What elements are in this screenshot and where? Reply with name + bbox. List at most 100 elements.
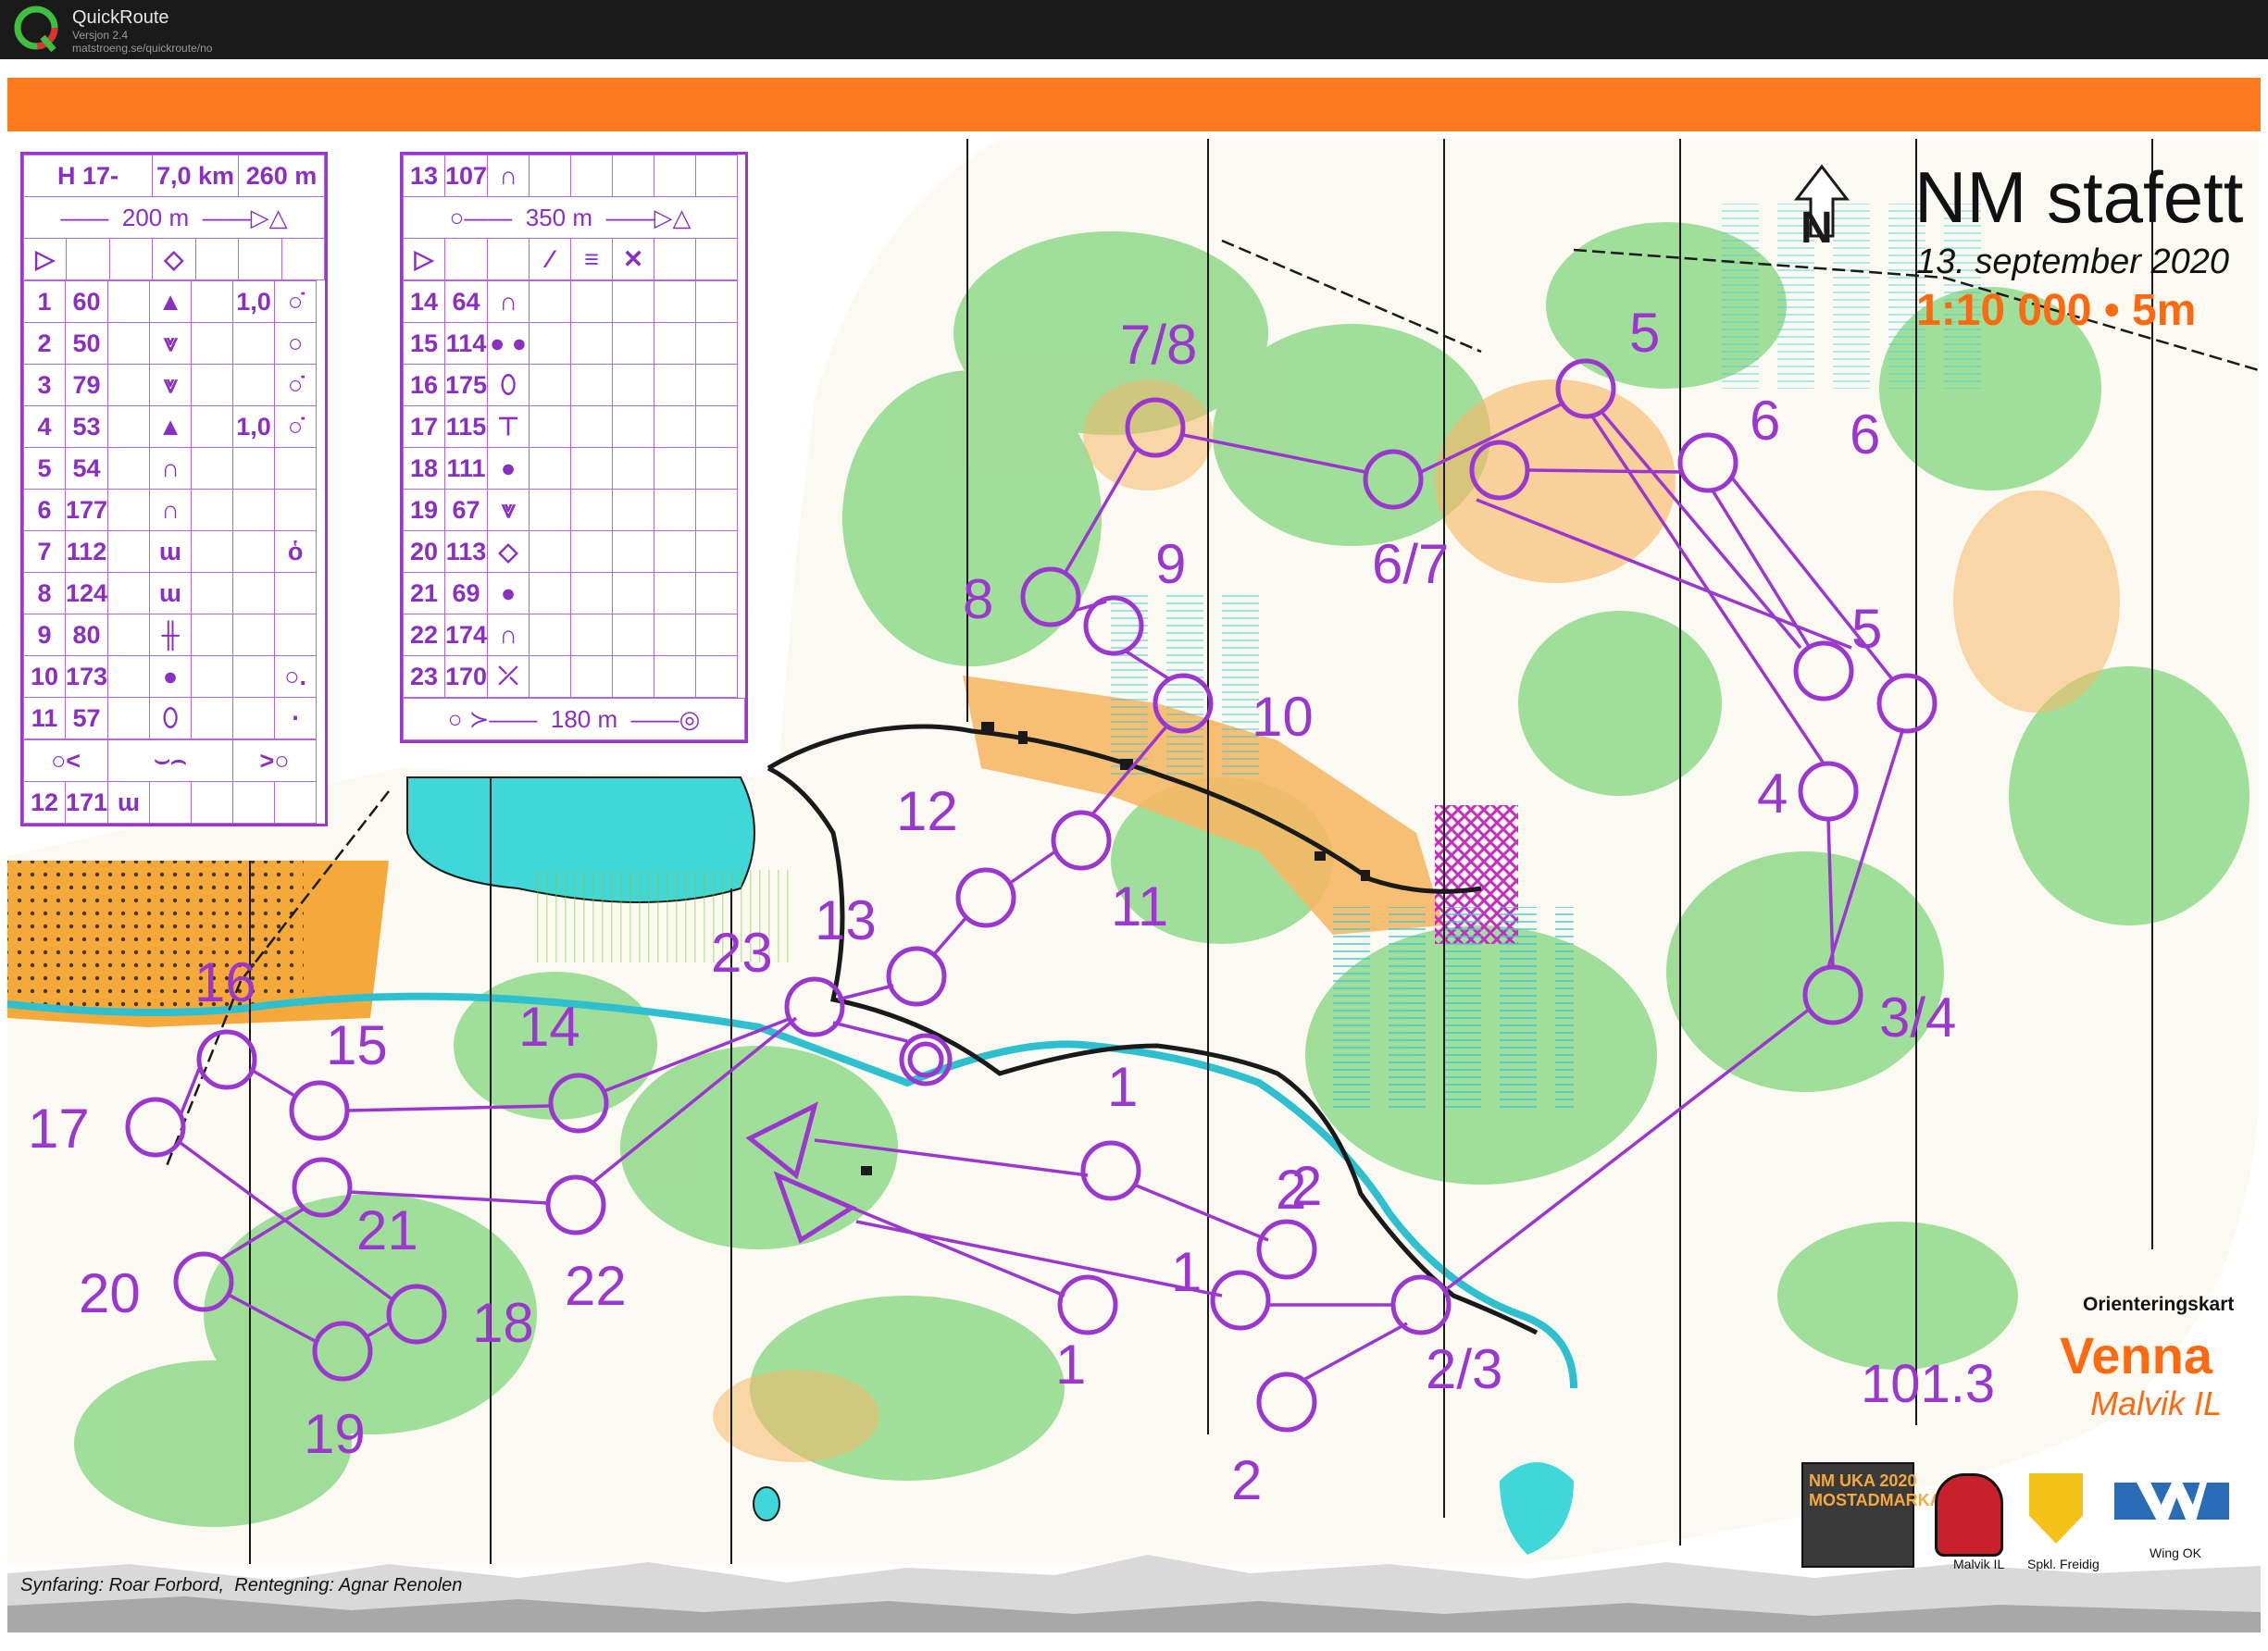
logo-malvik-il-label: Malvik IL xyxy=(1953,1557,2005,1571)
logo-wing-ok xyxy=(2114,1483,2229,1520)
desc-length: 7,0 km xyxy=(152,155,239,197)
desc-right-row: 19 67 ⩔ xyxy=(403,489,739,531)
map-frequency: 101.3 xyxy=(1861,1354,1996,1414)
logo-wing-ok-label: Wing OK xyxy=(2150,1545,2202,1560)
desc-left-row: 3 79 ⩔ ○̇ xyxy=(23,364,318,406)
desc-right-n: 22 xyxy=(403,614,445,656)
credits-label-2: Rentegning: xyxy=(234,1575,335,1595)
control-number-label: 14 xyxy=(518,996,580,1058)
desc-left-dim xyxy=(232,655,276,698)
control-number-label: 1 xyxy=(1107,1056,1138,1118)
desc-right-feat: ⬯ xyxy=(487,364,530,406)
control-number-label: 15 xyxy=(326,1014,388,1076)
desc-left-code: 112 xyxy=(64,530,109,573)
control-number-label: 16 xyxy=(194,951,256,1013)
desc-left-code: 53 xyxy=(64,405,109,448)
control-number-label: 21 xyxy=(356,1199,418,1261)
desc-left-n: 4 xyxy=(23,405,66,448)
desc-right-row: 17 115 ⊤ xyxy=(403,405,739,448)
desc-left-code: 60 xyxy=(64,280,109,323)
desc-right-code: 67 xyxy=(443,489,489,531)
desc-left-loc xyxy=(274,447,318,490)
desc-right-row: 15 114 ● ● xyxy=(403,322,739,365)
desc-right-feat: ● ● xyxy=(487,322,530,365)
desc-right-row: 22 174 ∩ xyxy=(403,614,739,656)
desc-left-loc: ○̇ xyxy=(274,280,318,323)
desc-right-n: 15 xyxy=(403,322,445,365)
desc-left-code: 57 xyxy=(64,697,109,739)
desc-left-feat: ● xyxy=(149,655,193,698)
desc-right-row: 14 64 ∩ xyxy=(403,280,739,323)
control-number-label: 2 xyxy=(1231,1449,1262,1511)
desc-right-code: 174 xyxy=(443,614,489,656)
control-number-label: 6 xyxy=(1850,403,1880,466)
desc-left-row: 9 80 ╫ xyxy=(23,614,318,656)
control-number-label: 3/4 xyxy=(1879,987,1956,1049)
desc-left-loc: ⋅ xyxy=(274,697,318,739)
desc-left-code: 177 xyxy=(64,489,109,531)
desc-right-feat: ⩔ xyxy=(487,489,530,531)
desc-left-n: 2 xyxy=(23,322,66,365)
desc-left-n: 10 xyxy=(23,655,66,698)
control-number-label: 5 xyxy=(1851,598,1882,660)
map-club: Malvik IL xyxy=(2090,1384,2223,1422)
desc-start-marking: —— 200 m ——▷△ xyxy=(23,196,325,239)
desc-left-loc: ○. xyxy=(274,655,318,698)
map-date: 13. september 2020 xyxy=(1916,242,2230,281)
map-title: NM stafett xyxy=(1914,156,2244,238)
desc-right-feat: ⊤ xyxy=(487,405,530,448)
desc-left-feat: ɯ xyxy=(149,572,193,614)
desc-left-feat: ∩ xyxy=(149,447,193,490)
control-number-label: 12 xyxy=(896,780,958,842)
desc-left-feat: ∩ xyxy=(149,489,193,531)
control-number-label: 23 xyxy=(711,922,773,984)
control-number-label: 18 xyxy=(472,1292,534,1354)
control-number-label: 6/7 xyxy=(1372,533,1449,595)
desc-left-loc: ○ xyxy=(274,322,318,365)
logo-malvik-il xyxy=(1935,1473,2003,1557)
control-number-label: 7/8 xyxy=(1120,314,1197,376)
control-number-label: 11 xyxy=(1111,875,1168,937)
desc-right-code: 64 xyxy=(443,280,489,323)
desc-right-n: 17 xyxy=(403,405,445,448)
desc-right-code: 111 xyxy=(443,447,489,490)
desc-right-feat: ∩ xyxy=(487,280,530,323)
map-name: Venna xyxy=(2060,1326,2212,1384)
desc-right-code: 170 xyxy=(443,655,489,698)
desc-right-code: 175 xyxy=(443,364,489,406)
desc-left-row: 10 173 ● ○. xyxy=(23,655,318,698)
control-number-label: 5 xyxy=(1629,302,1660,364)
desc-left-row: 7 112 ɯ ὁ xyxy=(23,530,318,573)
desc-left-row: 1 60 ▲ 1,0 ○̇ xyxy=(23,280,318,323)
desc-right-feat: ⤫ xyxy=(487,655,530,698)
desc-left-n: 5 xyxy=(23,447,66,490)
desc-right-row: 18 111 ● xyxy=(403,447,739,490)
svg-text:N: N xyxy=(1801,204,1833,253)
desc-left-feat: ⩔ xyxy=(149,364,193,406)
desc-left-code: 54 xyxy=(64,447,109,490)
desc-left-feat: ▲ xyxy=(149,280,193,323)
desc-left-loc xyxy=(274,614,318,656)
desc-right-row: 23 170 ⤫ xyxy=(403,655,739,698)
control-number-label: 10 xyxy=(1252,686,1314,748)
credits-label-1: Synfaring: xyxy=(20,1575,105,1595)
start-symbol-icon: ▷ xyxy=(22,238,68,280)
desc-left-n: 8 xyxy=(23,572,66,614)
marker-diamond-icon: ◇ xyxy=(152,238,196,280)
desc-finish-marking: ○ ≻—— 180 m ——◎ xyxy=(403,698,745,740)
desc-left-n: 3 xyxy=(23,364,66,406)
credits-name-1: Roar Forbord, xyxy=(108,1575,225,1595)
logo-nm-uka: NM UKA 2020 MOSTADMARKA xyxy=(1801,1462,1942,1568)
desc-right-n: 14 xyxy=(403,280,445,323)
desc-left-row: 11 57 ⬯ ⋅ xyxy=(23,697,318,739)
control-number-label: 9 xyxy=(1155,533,1186,595)
desc-left-code: 124 xyxy=(64,572,109,614)
desc-left-row: 6 177 ∩ xyxy=(23,489,318,531)
desc-right-n: 19 xyxy=(403,489,445,531)
control-number-label: 8 xyxy=(963,568,993,630)
desc-right-n: 20 xyxy=(403,530,445,573)
control-number-label: 4 xyxy=(1757,763,1788,825)
desc-left-loc xyxy=(274,489,318,531)
control-number-label: 22 xyxy=(565,1255,627,1317)
desc-left-n: 11 xyxy=(23,697,66,739)
